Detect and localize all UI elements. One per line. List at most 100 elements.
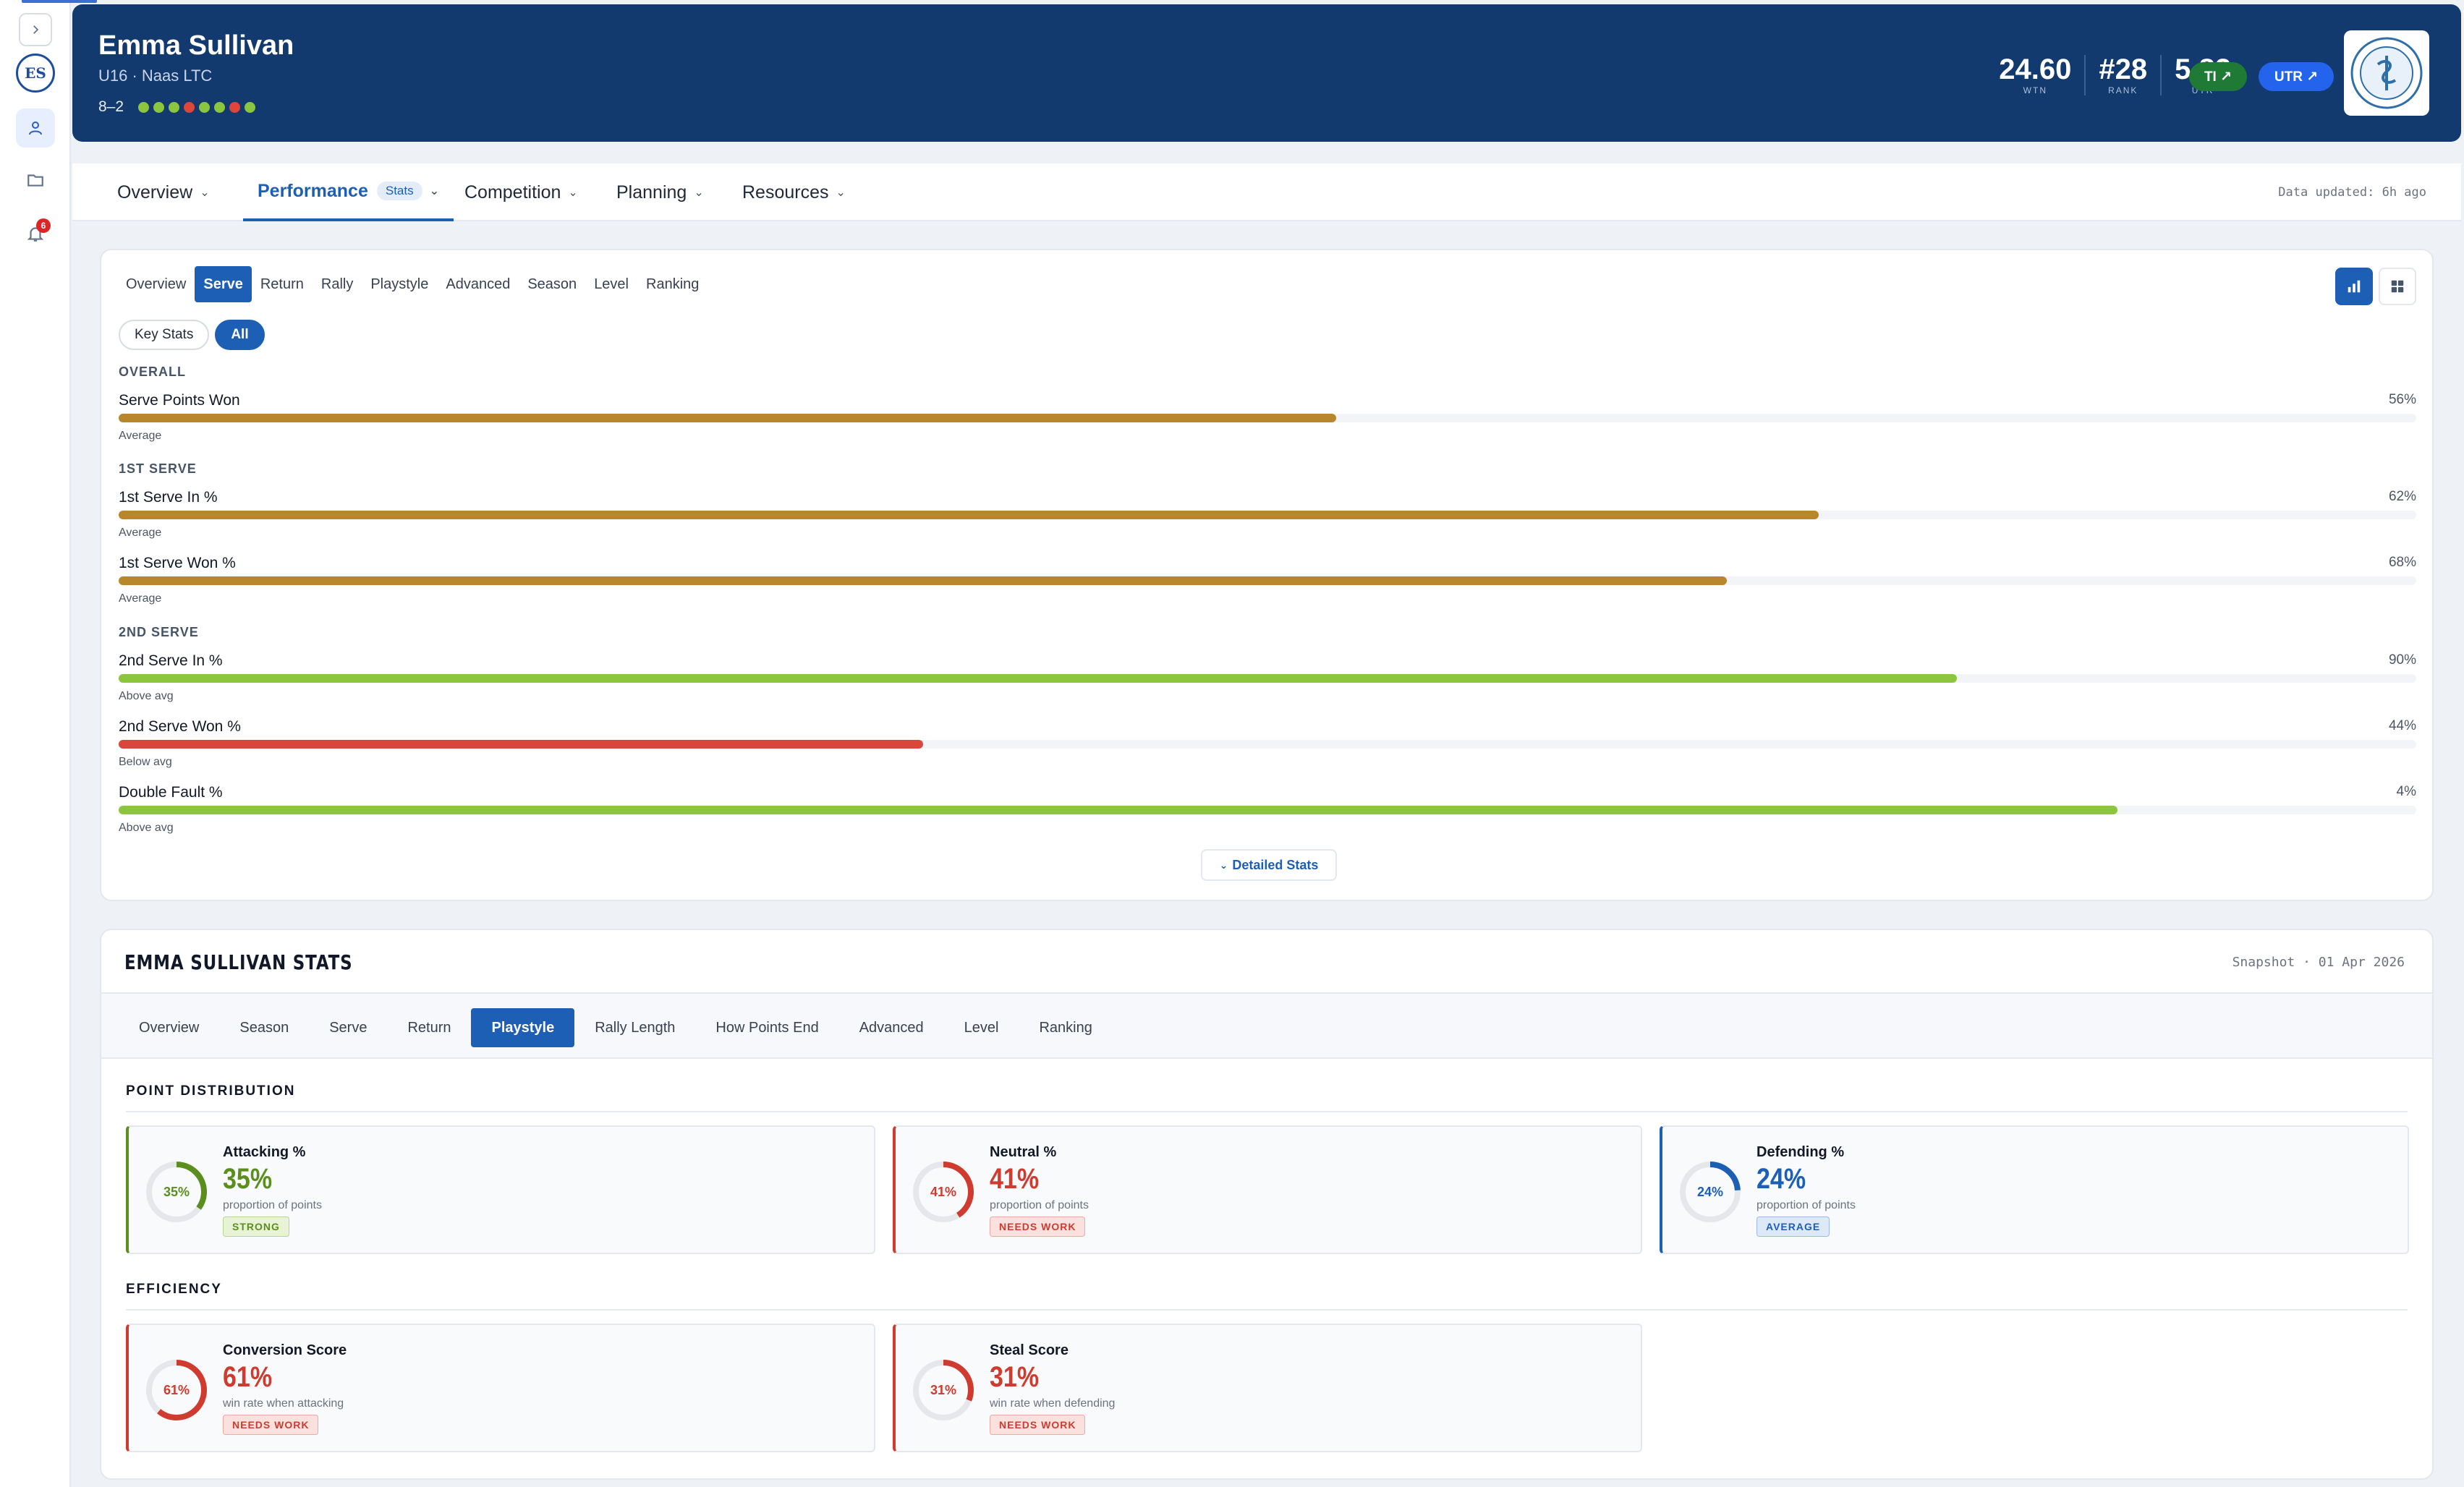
nav-resources[interactable]: Resources ⌄ (742, 163, 846, 221)
ring-value: 31% (930, 1382, 957, 1397)
point-distribution-heading: POINT DISTRIBUTION (126, 1083, 296, 1099)
stat-bar-track (119, 511, 2416, 519)
nav-label: Competition (464, 182, 561, 203)
metric-value: 61% (223, 1361, 273, 1393)
stat-row: Double Fault % 4% Above avg (119, 784, 2416, 834)
match-record: 8–2 (98, 98, 260, 116)
stat-name: 1st Serve In % (119, 489, 218, 506)
tab-return[interactable]: Return (252, 266, 313, 302)
key-stats-toggle[interactable]: Key Stats (119, 320, 210, 350)
section-second-serve: 2ND SERVE (119, 625, 199, 639)
tab-rally[interactable]: Rally (313, 266, 362, 302)
stat-value: 56% (2388, 392, 2416, 407)
tab-ranking[interactable]: Ranking (1019, 1008, 1112, 1047)
stat-label: WTN (2023, 85, 2047, 95)
ring-value: 41% (930, 1184, 957, 1199)
metric-value: 24% (1756, 1163, 1806, 1195)
stat-bar-track (119, 806, 2416, 814)
stat-bar-track (119, 414, 2416, 422)
record-text: 8–2 (98, 98, 124, 115)
stat-row: 2nd Serve Won % 44% Below avg (119, 718, 2416, 768)
metric-subtitle: proportion of points (1756, 1199, 1856, 1211)
section-first-serve: 1ST SERVE (119, 461, 197, 476)
stat-bar-track (119, 740, 2416, 749)
stat-note: Above avg (119, 690, 174, 702)
nav-label: Planning (616, 182, 687, 203)
win-dot (153, 101, 165, 113)
expand-sidebar-button[interactable] (19, 13, 52, 46)
detailed-stats-button[interactable]: ⌄ Detailed Stats (1201, 849, 1337, 881)
stat-bar-fill (119, 740, 923, 749)
metric-title: Steal Score (990, 1342, 1069, 1358)
left-rail: ES 6 (0, 0, 97, 1487)
divider (126, 1111, 2408, 1112)
recent-form-dots (138, 101, 260, 113)
chevron-right-icon (33, 25, 39, 34)
person-icon (29, 122, 42, 135)
nav-competition[interactable]: Competition ⌄ (464, 163, 578, 221)
metric-value: 41% (990, 1163, 1040, 1195)
metric-title: Attacking % (223, 1144, 306, 1160)
tab-serve[interactable]: Serve (195, 266, 252, 302)
club-crest-icon (2350, 37, 2423, 109)
stat-category-tabs: Overview Serve Return Rally Playstyle Ad… (117, 266, 708, 302)
tab-how-points-end[interactable]: How Points End (695, 1008, 838, 1047)
stat-bar-fill (119, 576, 1728, 585)
ring-value: 61% (163, 1382, 190, 1397)
tab-advanced[interactable]: Advanced (437, 266, 519, 302)
player-name: Emma Sullivan (98, 30, 294, 61)
chevron-down-icon: ⌄ (200, 187, 210, 199)
grid-icon (2391, 280, 2404, 293)
tab-ranking[interactable]: Ranking (637, 266, 708, 302)
tab-serve[interactable]: Serve (309, 1008, 387, 1047)
view-toggle (2335, 268, 2416, 305)
tab-overview[interactable]: Overview (119, 1008, 219, 1047)
tab-playstyle[interactable]: Playstyle (471, 1008, 575, 1047)
detailed-stats-label: Detailed Stats (1232, 857, 1319, 872)
metric-subtitle: proportion of points (990, 1199, 1089, 1211)
stat-value: 24.60 (1999, 54, 2072, 85)
loss-dot (229, 101, 241, 113)
all-stats-toggle[interactable]: All (215, 320, 265, 350)
tab-overview[interactable]: Overview (117, 266, 195, 302)
tab-rally-length[interactable]: Rally Length (574, 1008, 695, 1047)
stat-bar-fill (119, 674, 1957, 683)
win-dot (199, 101, 211, 113)
nav-performance[interactable]: Performance Stats ⌄ (243, 163, 454, 221)
nav-overview[interactable]: Overview ⌄ (117, 163, 210, 221)
stats-tabs: Overview Season Serve Return Playstyle R… (119, 1008, 1113, 1047)
metric-card-defending: 24% Defending % 24% proportion of points… (1660, 1125, 2409, 1254)
bar-view-button[interactable] (2335, 268, 2373, 305)
metric-value: 35% (223, 1163, 273, 1195)
divider (126, 1309, 2408, 1311)
tab-return[interactable]: Return (387, 1008, 471, 1047)
utr-link-button[interactable]: UTR ↗ (2259, 62, 2334, 91)
win-dot (169, 101, 180, 113)
files-nav-button[interactable] (16, 161, 55, 200)
snapshot-date: Snapshot · 01 Apr 2026 (2232, 955, 2405, 970)
chevron-down-icon: ⌄ (429, 185, 440, 197)
tab-playstyle[interactable]: Playstyle (362, 266, 437, 302)
stat-name: 2nd Serve In % (119, 652, 223, 669)
grid-view-button[interactable] (2379, 268, 2416, 305)
tab-level[interactable]: Level (944, 1008, 1019, 1047)
stat-name: Serve Points Won (119, 392, 240, 409)
notifications-button[interactable]: 6 (16, 214, 55, 253)
avatar[interactable]: ES (16, 54, 55, 93)
nav-planning[interactable]: Planning ⌄ (616, 163, 704, 221)
player-stats-card: EMMA SULLIVAN STATS Snapshot · 01 Apr 20… (100, 929, 2434, 1480)
metric-badge: STRONG (223, 1217, 289, 1237)
metric-title: Neutral % (990, 1144, 1057, 1160)
tab-level[interactable]: Level (585, 266, 637, 302)
tab-season[interactable]: Season (519, 266, 585, 302)
ti-link-button[interactable]: TI ↗ (2189, 62, 2247, 91)
serve-stats-card: Overview Serve Return Rally Playstyle Ad… (100, 249, 2434, 901)
stats-filter: Key Stats All (119, 320, 265, 350)
tab-advanced[interactable]: Advanced (839, 1008, 944, 1047)
stat-row: Serve Points Won 56% Average (119, 392, 2416, 442)
stat-bar-track (119, 576, 2416, 585)
stat-value: 4% (2396, 784, 2416, 799)
profile-nav-button[interactable] (16, 108, 55, 148)
stat-row: 1st Serve In % 62% Average (119, 489, 2416, 539)
tab-season[interactable]: Season (219, 1008, 309, 1047)
